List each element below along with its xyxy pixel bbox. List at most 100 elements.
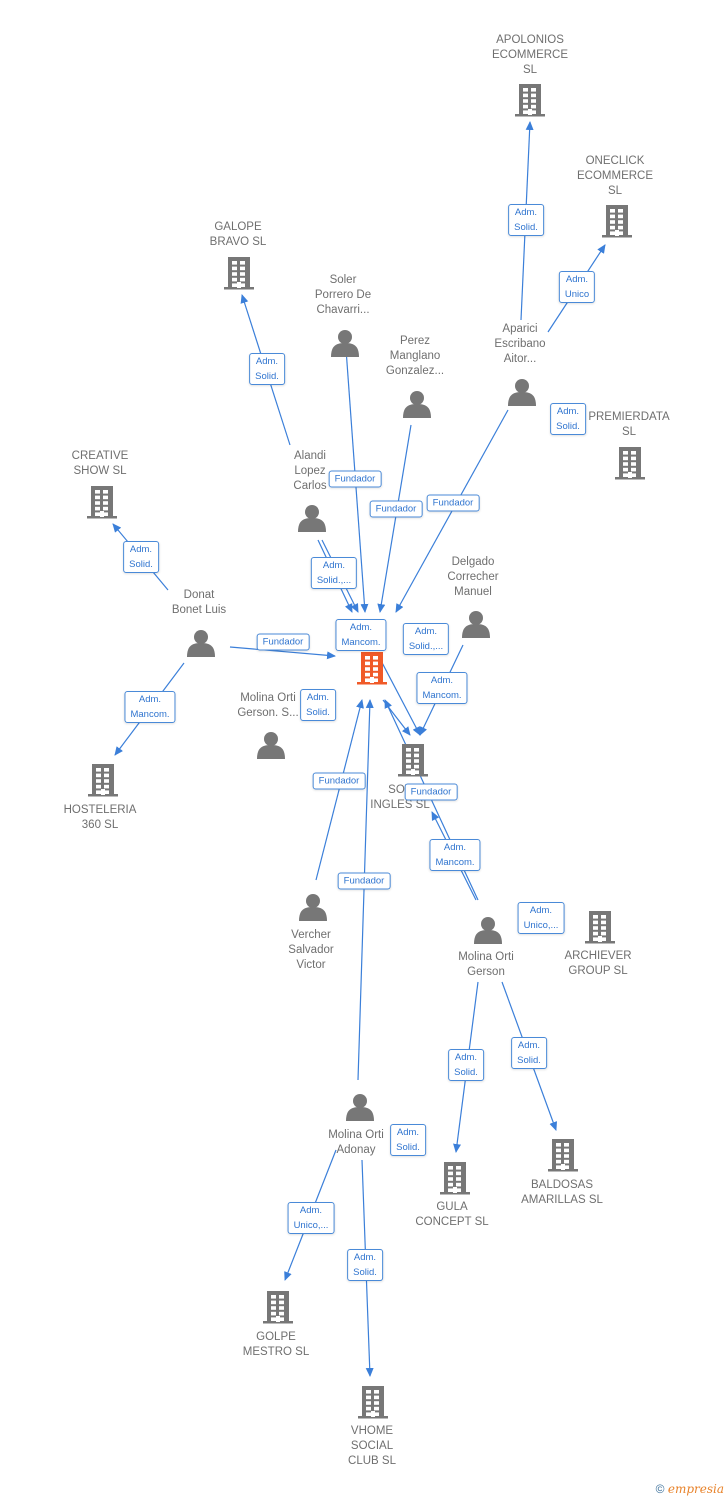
edge-label-donat-hosteleria[interactable]: Adm. Mancom.	[124, 691, 176, 723]
edge-label-adonay-gula[interactable]: Adm. Solid.	[390, 1124, 426, 1156]
edge-line-adonay-center	[357, 699, 374, 1081]
edge-label-line: Solid.	[517, 1055, 541, 1066]
building-icon-oneclick[interactable]	[602, 205, 632, 238]
node-label-adonay[interactable]: Molina Orti Adonay	[328, 1128, 384, 1158]
node-label-line: Carlos	[293, 480, 327, 492]
edge-label-line: Adm.	[129, 544, 153, 555]
edge-label-aparici-apolonios[interactable]: Adm. Solid.	[508, 204, 544, 236]
node-label-line: CONCEPT SL	[415, 1216, 489, 1228]
building-icon-vhome[interactable]	[358, 1386, 388, 1419]
node-label-vercher[interactable]: Vercher Salvador Victor	[288, 928, 333, 973]
person-icon-delgado[interactable]	[462, 611, 490, 638]
node-label-line: Molina Orti	[240, 692, 296, 704]
edge-label-alandi-galope[interactable]: Adm. Solid.	[249, 353, 285, 385]
edge-label-aparici-center[interactable]: Fundador	[426, 494, 480, 512]
person-icon-soler[interactable]	[331, 330, 359, 357]
node-label-perez[interactable]: Perez Manglano Gonzalez...	[386, 334, 444, 379]
edge-label-alandi-center[interactable]: Adm. Mancom.	[335, 619, 387, 651]
edge-label-donat-creative[interactable]: Adm. Solid.	[123, 541, 159, 573]
node-label-line: Escribano	[494, 338, 546, 350]
person-icon-molinag[interactable]	[474, 917, 502, 944]
person-icon-molinags[interactable]	[257, 732, 285, 759]
node-label-line: GALOPE	[214, 221, 262, 233]
edge-label-alandi-center[interactable]: Adm. Solid.,...	[310, 557, 358, 589]
edge-label-line: Adm.	[454, 1052, 478, 1063]
person-icon-donat[interactable]	[187, 630, 215, 657]
building-icon-archiever[interactable]	[585, 911, 615, 944]
node-label-line: Molina Orti	[458, 951, 514, 963]
node-label-gula[interactable]: GULA CONCEPT SL	[415, 1200, 488, 1230]
node-label-oneclick[interactable]: ONECLICK ECOMMERCE SL	[577, 154, 653, 199]
node-label-baldosas[interactable]: BALDOSAS AMARILLAS SL	[521, 1178, 603, 1208]
edge-label-molinag-baldosas[interactable]: Adm. Solid.	[511, 1037, 547, 1069]
node-label-delgado[interactable]: Delgado Correcher Manuel	[447, 555, 498, 600]
building-icon-apolonios[interactable]	[515, 84, 545, 117]
node-label-line: 360 SL	[81, 819, 119, 831]
node-label-alandi[interactable]: Alandi Lopez Carlos	[293, 449, 326, 494]
building-icon-premierdata[interactable]	[615, 447, 645, 480]
footer-brand[interactable]: © empresia	[656, 1482, 724, 1496]
edge-label-molinag-center[interactable]: Fundador	[404, 783, 458, 801]
edge-label-line: Adm.	[517, 1040, 541, 1051]
node-label-line: BRAVO SL	[209, 236, 267, 248]
edge-label-line: Adm.	[138, 694, 162, 705]
person-icon-vercher[interactable]	[299, 894, 327, 921]
node-label-line: Perez	[399, 335, 431, 347]
edge-label-line: Adm.	[255, 356, 279, 367]
person-icon-perez[interactable]	[403, 391, 431, 418]
node-label-line: GULA	[436, 1201, 468, 1213]
edge-label-line: Unico	[564, 289, 590, 300]
node-label-line: ONECLICK	[585, 155, 645, 167]
edge-label-adonay-vhome[interactable]: Adm. Solid.	[347, 1249, 383, 1281]
node-label-molinags[interactable]: Molina Orti Gerson. S...	[237, 691, 298, 721]
edge-label-vercher-center[interactable]: Fundador	[312, 772, 366, 790]
edge-label-soler-center[interactable]: Fundador	[328, 470, 382, 488]
node-label-soler[interactable]: Soler Porrero De Chavarri...	[315, 273, 371, 318]
edge-label-line: Fundador	[375, 503, 417, 515]
edge-label-delgado-center[interactable]: Adm. Solid.,...	[402, 623, 450, 655]
node-label-molinag[interactable]: Molina Orti Gerson	[458, 950, 514, 980]
node-label-line: Gonzalez...	[385, 365, 445, 377]
building-icon-golpe[interactable]	[263, 1291, 293, 1324]
node-label-line: SL	[607, 185, 623, 197]
node-label-donat[interactable]: Donat Bonet Luis	[172, 588, 226, 618]
node-label-aparici[interactable]: Aparici Escribano Aitor...	[494, 322, 545, 367]
edge-label-molinag-archiever[interactable]: Adm. Unico,...	[517, 902, 565, 934]
node-label-line: GOLPE	[256, 1331, 296, 1343]
node-label-galope[interactable]: GALOPE BRAVO SL	[210, 220, 267, 250]
edge-label-aparici-oneclick[interactable]: Adm. Unico	[558, 271, 596, 303]
edge-label-molinags-center[interactable]: Adm. Solid.	[300, 689, 336, 721]
person-icon-alandi[interactable]	[298, 505, 326, 532]
node-label-hosteleria[interactable]: HOSTELERIA 360 SL	[64, 803, 137, 833]
building-icon-center[interactable]	[357, 652, 387, 685]
edge-label-molinag-soto[interactable]: Adm. Mancom.	[429, 839, 481, 871]
edge-label-perez-center[interactable]: Fundador	[369, 500, 423, 518]
edge-label-delgado-soto[interactable]: Adm. Mancom.	[416, 672, 468, 704]
node-label-vhome[interactable]: VHOME SOCIAL CLUB SL	[348, 1424, 396, 1469]
person-icon-adonay[interactable]	[346, 1094, 374, 1121]
edge-line-perez-center	[377, 424, 412, 613]
edge-label-adonay-center[interactable]: Fundador	[337, 872, 391, 890]
edge-label-line: Mancom.	[435, 857, 475, 868]
person-icon-aparici[interactable]	[508, 379, 536, 406]
building-icon-gula[interactable]	[440, 1162, 470, 1195]
building-icon-galope[interactable]	[224, 257, 254, 290]
building-icon-creative[interactable]	[87, 486, 117, 519]
node-label-apolonios[interactable]: APOLONIOS ECOMMERCE SL	[492, 33, 568, 78]
edge-label-adonay-golpe[interactable]: Adm. Unico,...	[287, 1202, 335, 1234]
node-label-line: CREATIVE	[71, 450, 129, 462]
edge-label-line: Mancom.	[422, 690, 462, 701]
node-label-line: Gerson	[467, 966, 505, 978]
building-icon-soto[interactable]	[398, 744, 428, 777]
node-label-premierdata[interactable]: PREMIERDATA SL	[588, 410, 669, 440]
edge-label-donat-center[interactable]: Fundador	[256, 633, 310, 651]
edge-label-aparici-premierdata[interactable]: Adm. Solid.	[550, 403, 586, 435]
building-icon-hosteleria[interactable]	[88, 764, 118, 797]
edge-line	[377, 654, 421, 736]
edge-label-molinag-gula[interactable]: Adm. Solid.	[448, 1049, 484, 1081]
node-label-golpe[interactable]: GOLPE MESTRO SL	[243, 1330, 309, 1360]
building-icon-baldosas[interactable]	[548, 1139, 578, 1172]
node-label-creative[interactable]: CREATIVE SHOW SL	[72, 449, 129, 479]
node-label-archiever[interactable]: ARCHIEVER GROUP SL	[564, 949, 631, 979]
node-label-line: Soler	[329, 274, 357, 286]
